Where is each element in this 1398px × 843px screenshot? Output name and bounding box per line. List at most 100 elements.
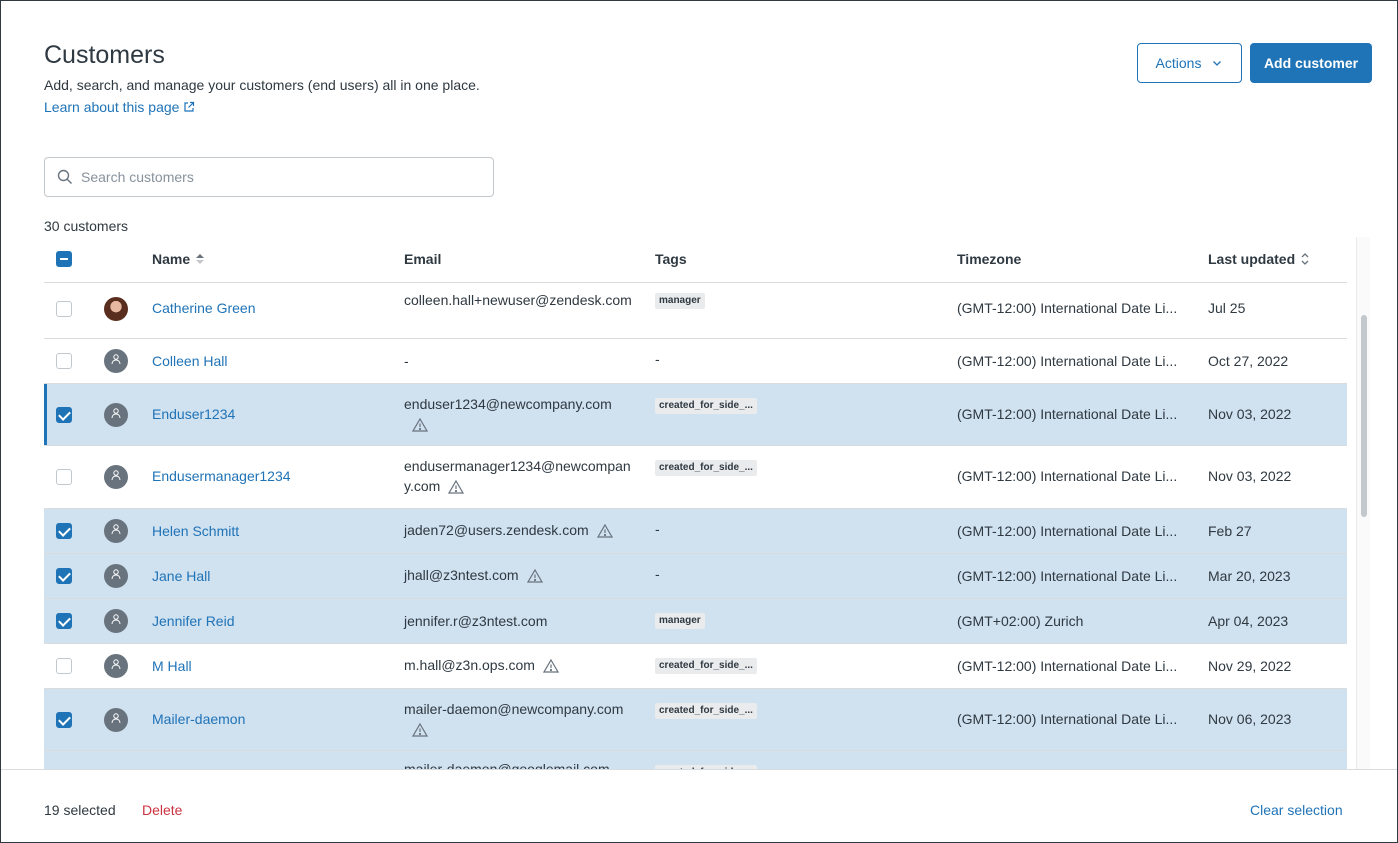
row-checkbox[interactable] <box>56 613 72 629</box>
customer-name-link[interactable]: Catherine Green <box>152 298 256 318</box>
avatar <box>104 349 128 373</box>
warning-icon <box>448 480 465 494</box>
tag-badge: created_for_side_... <box>655 703 757 719</box>
delete-button[interactable]: Delete <box>142 802 182 818</box>
customer-last-updated: Nov 03, 2022 <box>1208 468 1292 484</box>
table-row[interactable]: M Hall m.hall@z3n.ops.com created_for_side… <box>44 644 1347 689</box>
selected-count: 19 selected <box>44 802 116 818</box>
avatar <box>104 708 128 732</box>
customer-timezone: (GMT-12:00) International Date Li... <box>957 658 1178 674</box>
customer-email: m.hall@z3n.ops.com <box>404 655 664 675</box>
external-link-icon <box>184 101 195 112</box>
column-header-email: Email <box>404 251 441 267</box>
column-email-label: Email <box>404 251 442 267</box>
row-checkbox[interactable] <box>56 568 72 584</box>
customer-last-updated: Jul 25 <box>1208 300 1246 316</box>
search-icon <box>57 169 72 184</box>
add-customer-button[interactable]: Add customer <box>1250 43 1372 83</box>
row-checkbox[interactable] <box>56 353 72 369</box>
customer-name-link[interactable]: M Hall <box>152 656 192 676</box>
customer-timezone: (GMT-12:00) International Date Li... <box>957 353 1178 369</box>
customer-email: jennifer.r@z3ntest.com <box>404 611 664 631</box>
table-row[interactable]: Endusermanager1234 endusermanager1234@new… <box>44 446 1347 509</box>
tags-empty: - <box>655 566 660 582</box>
table-row[interactable]: Jennifer Reid jennifer.r@z3ntest.com manag… <box>44 599 1347 644</box>
table-row[interactable]: mailer-daemon@googlemail.comcreated_for_… <box>44 751 1347 769</box>
table-scrollbar[interactable] <box>1356 237 1370 769</box>
customer-name-link[interactable]: Jane Hall <box>152 566 210 586</box>
customer-name-link[interactable]: Helen Schmitt <box>152 521 239 541</box>
table-row[interactable]: Jane Hall jhall@z3ntest.com - (GMT-12:00) I… <box>44 554 1347 599</box>
user-icon <box>110 352 122 370</box>
learn-about-link[interactable]: Learn about this page <box>44 99 195 115</box>
email-text: jaden72@users.zendesk.com <box>404 522 589 538</box>
tags-empty: - <box>655 521 660 537</box>
customer-email: jaden72@users.zendesk.com <box>404 520 664 540</box>
table-row[interactable]: Mailer-daemon mailer-daemon@newcompany.co… <box>44 689 1347 751</box>
page-subtitle: Add, search, and manage your customers (… <box>44 77 480 93</box>
warning-icon <box>596 524 613 538</box>
user-icon <box>110 468 122 486</box>
column-header-name[interactable]: Name <box>152 251 205 267</box>
customer-count: 30 customers <box>44 218 129 234</box>
customer-email: mailer-daemon@newcompany.com <box>404 699 634 739</box>
email-text: - <box>404 353 409 369</box>
customer-timezone: (GMT-12:00) International Date Li... <box>957 711 1178 727</box>
tags-empty: - <box>655 351 660 367</box>
sort-ascending-icon <box>196 254 205 264</box>
customer-email: jhall@z3ntest.com <box>404 565 664 585</box>
customer-last-updated: Feb 27 <box>1208 523 1252 539</box>
user-icon <box>110 711 122 729</box>
email-text: mailer-daemon@googlemail.com <box>404 761 610 769</box>
column-header-last-updated[interactable]: Last updated <box>1208 251 1310 267</box>
select-all-checkbox[interactable] <box>56 251 72 267</box>
search-box[interactable] <box>44 157 494 197</box>
table-row[interactable]: Helen Schmitt jaden72@users.zendesk.com - (… <box>44 509 1347 554</box>
column-header-tags: Tags <box>655 251 687 267</box>
row-checkbox[interactable] <box>56 658 72 674</box>
row-checkbox[interactable] <box>56 712 72 728</box>
chevron-down-icon <box>1213 61 1222 66</box>
column-last-updated-label: Last updated <box>1208 251 1296 267</box>
customer-name-link[interactable]: Jennifer Reid <box>152 611 235 631</box>
customer-name-link[interactable]: Enduser1234 <box>152 404 235 424</box>
avatar <box>104 654 128 678</box>
row-checkbox[interactable] <box>56 301 72 317</box>
avatar <box>104 519 128 543</box>
row-checkbox[interactable] <box>56 469 72 485</box>
search-input[interactable] <box>81 169 461 185</box>
avatar <box>104 465 128 489</box>
page-title: Customers <box>44 41 165 69</box>
user-icon <box>110 612 122 630</box>
customer-email: colleen.hall+newuser@zendesk.com <box>404 290 634 310</box>
actions-dropdown-button[interactable]: Actions <box>1137 43 1242 83</box>
customer-timezone: (GMT-12:00) International Date Li... <box>957 468 1178 484</box>
email-text: mailer-daemon@newcompany.com <box>404 701 624 717</box>
email-text: colleen.hall+newuser@zendesk.com <box>404 292 632 308</box>
table-row[interactable]: Colleen Hall - - (GMT-12:00) International … <box>44 339 1347 384</box>
customer-name-link[interactable]: Mailer-daemon <box>152 709 245 729</box>
user-icon <box>110 406 122 424</box>
row-checkbox[interactable] <box>56 407 72 423</box>
table-row[interactable]: Enduser1234 enduser1234@newcompany.com cre… <box>44 384 1347 446</box>
warning-icon <box>412 723 428 737</box>
scrollbar-thumb[interactable] <box>1361 315 1367 517</box>
clear-selection-button[interactable]: Clear selection <box>1250 802 1343 818</box>
customer-email: endusermanager1234@newcompany.com <box>404 456 634 496</box>
customer-timezone: (GMT-12:00) International Date Li... <box>957 523 1178 539</box>
row-checkbox[interactable] <box>56 523 72 539</box>
learn-about-label: Learn about this page <box>44 99 180 115</box>
avatar <box>104 609 128 633</box>
avatar <box>104 564 128 588</box>
tag-badge: manager <box>655 613 705 629</box>
user-icon <box>110 657 122 675</box>
customer-name-link[interactable]: Colleen Hall <box>152 351 227 371</box>
customer-last-updated: Mar 20, 2023 <box>1208 568 1291 584</box>
customer-timezone: (GMT-12:00) International Date Li... <box>957 406 1178 422</box>
table-row[interactable]: Catherine Green colleen.hall+newuser@zend… <box>44 283 1347 339</box>
warning-icon <box>542 659 559 673</box>
customer-name-link[interactable]: Endusermanager1234 <box>152 466 291 486</box>
sort-toggle-icon <box>1301 253 1309 265</box>
customer-email: mailer-daemon@googlemail.com <box>404 759 634 769</box>
customer-last-updated: Nov 06, 2023 <box>1208 711 1292 727</box>
